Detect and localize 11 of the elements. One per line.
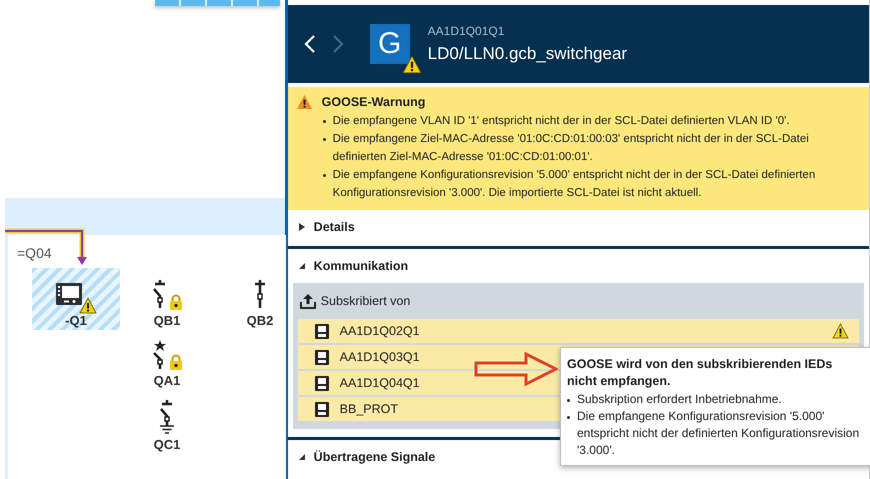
group-title: Subskribiert von: [320, 294, 410, 308]
tooltip-message: Subskription erfordert Inbetriebnahme.: [567, 391, 865, 408]
tooltip-title: GOOSE wird von den subskribierenden IEDs nicht empfangen.: [567, 356, 834, 390]
warning-message: Die empfangene Ziel-MAC-Adresse '01:0C:CD:01:00:03' entspricht nicht der in der SCL-Datei definierten Ziel-MAC-Adresse '01:0C:CD:01:00:01'.: [322, 130, 863, 166]
panel-title: LD0/LLN0.gcb_switchgear: [428, 44, 628, 64]
bay-label: =Q04: [17, 245, 52, 261]
tooltip-message: Die empfangene Konfigurationsrevision '5.000' entspricht nicht der definierten Konfigurationsrevision '3.000'.: [567, 408, 865, 459]
warning-message: Die empfangene VLAN ID '1' entspricht nicht der in der SCL-Datei definierten VLAN ID '0'.: [322, 112, 863, 130]
warning-message: Die empfangene Konfigurationsrevision '5.000' entspricht nicht der in der SCL-Datei definierten Konfigurationsrevision '3.000'. Die importierte SCL-Datei ist nicht aktuell.: [322, 166, 863, 202]
device-name: AA1D1Q01Q1: [428, 24, 506, 38]
warning-title: GOOSE-Warnung: [322, 95, 426, 109]
